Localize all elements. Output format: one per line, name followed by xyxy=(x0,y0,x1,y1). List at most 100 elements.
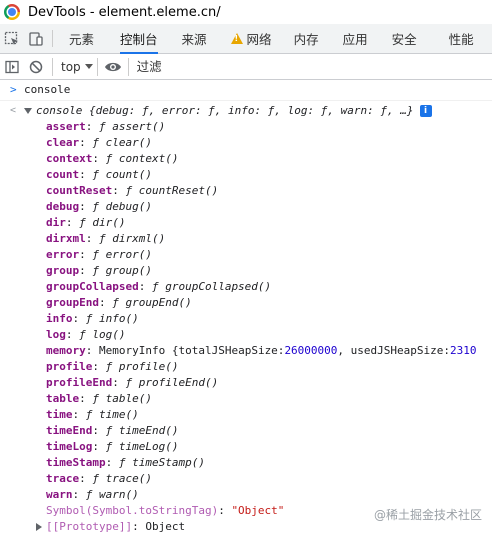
property-row-log[interactable]: log: ƒ log() xyxy=(10,327,492,343)
result-arrow-icon: < xyxy=(10,105,17,116)
toolbar-divider xyxy=(96,57,98,76)
info-icon[interactable]: i xyxy=(419,105,432,117)
property-value: ƒ error() xyxy=(92,248,152,261)
property-key: timeEnd xyxy=(46,424,93,437)
property-key: memory xyxy=(46,344,86,357)
console-input-echo: > console xyxy=(0,80,492,101)
property-value: ƒ time() xyxy=(85,408,139,421)
property-row-timeEnd[interactable]: timeEnd: ƒ timeEnd() xyxy=(10,423,492,439)
property-value: ƒ profile() xyxy=(105,360,179,373)
expand-triangle-icon[interactable] xyxy=(24,108,32,114)
property-key: count xyxy=(46,168,80,181)
property-value: ƒ timeStamp() xyxy=(118,456,205,469)
property-key: [[Prototype]] xyxy=(46,520,133,533)
property-key: profile xyxy=(46,360,93,373)
tab-sources[interactable]: 来源 xyxy=(182,24,207,53)
filter-input[interactable] xyxy=(136,56,492,77)
property-row-group[interactable]: group: ƒ group() xyxy=(10,263,492,279)
property-row-info[interactable]: info: ƒ info() xyxy=(10,311,492,327)
property-value: ƒ table() xyxy=(92,392,152,405)
property-row-profileEnd[interactable]: profileEnd: ƒ profileEnd() xyxy=(10,375,492,391)
object-summary: console {debug: ƒ, error: ƒ, info: ƒ, lo… xyxy=(36,104,414,117)
toolbar-divider xyxy=(52,30,53,47)
property-key: info xyxy=(46,312,73,325)
property-row-count[interactable]: count: ƒ count() xyxy=(10,167,492,183)
property-row-debug[interactable]: debug: ƒ debug() xyxy=(10,199,492,215)
property-value: ƒ context() xyxy=(105,152,179,165)
console-command: console xyxy=(24,83,71,96)
chrome-logo-icon xyxy=(4,4,20,20)
property-value: ƒ count() xyxy=(92,168,152,181)
property-row-profile[interactable]: profile: ƒ profile() xyxy=(10,359,492,375)
property-value: ƒ timeLog() xyxy=(105,440,179,453)
property-key: warn xyxy=(46,488,73,501)
property-row-memory[interactable]: memory: MemoryInfo {totalJSHeapSize: 260… xyxy=(10,343,492,359)
property-row-timeStamp[interactable]: timeStamp: ƒ timeStamp() xyxy=(10,455,492,471)
property-row-clear[interactable]: clear: ƒ clear() xyxy=(10,135,492,151)
property-number: 26000000 xyxy=(284,344,338,357)
property-key: profileEnd xyxy=(46,376,113,389)
tab-memory[interactable]: 内存 xyxy=(294,24,319,53)
property-value: ƒ profileEnd() xyxy=(125,376,219,389)
property-key: groupCollapsed xyxy=(46,280,139,293)
property-number: 2310 xyxy=(450,344,477,357)
property-value: "Object" xyxy=(231,504,285,517)
warning-icon xyxy=(230,33,243,44)
property-value: ƒ groupCollapsed() xyxy=(151,280,272,293)
property-row-timeLog[interactable]: timeLog: ƒ timeLog() xyxy=(10,439,492,455)
toolbar-divider xyxy=(127,57,129,76)
property-value: MemoryInfo {totalJSHeapSize: xyxy=(99,344,285,357)
context-selector[interactable]: top xyxy=(61,60,93,74)
property-value: ƒ log() xyxy=(79,328,126,341)
property-row-table[interactable]: table: ƒ table() xyxy=(10,391,492,407)
property-row-dirxml[interactable]: dirxml: ƒ dirxml() xyxy=(10,231,492,247)
live-expression-eye-icon[interactable] xyxy=(102,60,124,74)
tab-performance[interactable]: 性能 xyxy=(449,24,474,53)
property-key: dir xyxy=(46,216,66,229)
property-row-time[interactable]: time: ƒ time() xyxy=(10,407,492,423)
console-result-summary[interactable]: < console {debug: ƒ, error: ƒ, info: ƒ, … xyxy=(10,103,492,119)
property-row-context[interactable]: context: ƒ context() xyxy=(10,151,492,167)
property-key: dirxml xyxy=(46,232,86,245)
inspect-element-icon[interactable] xyxy=(0,24,24,53)
title-bar: DevTools - element.eleme.cn/ xyxy=(0,0,492,24)
property-key: error xyxy=(46,248,80,261)
property-row-countReset[interactable]: countReset: ƒ countReset() xyxy=(10,183,492,199)
property-row-groupCollapsed[interactable]: groupCollapsed: ƒ groupCollapsed() xyxy=(10,279,492,295)
property-value: ƒ warn() xyxy=(85,488,139,501)
tab-console[interactable]: 控制台 xyxy=(120,24,158,54)
property-row-dir[interactable]: dir: ƒ dir() xyxy=(10,215,492,231)
toolbar-divider xyxy=(52,57,53,76)
property-row-groupEnd[interactable]: groupEnd: ƒ groupEnd() xyxy=(10,295,492,311)
property-row-trace[interactable]: trace: ƒ trace() xyxy=(10,471,492,487)
devtools-tab-bar: 元素 控制台 来源 网络 内存 应用 安全 性能 xyxy=(0,24,492,54)
property-row-assert[interactable]: assert: ƒ assert() xyxy=(10,119,492,135)
property-key: time xyxy=(46,408,73,421)
tab-elements[interactable]: 元素 xyxy=(69,24,94,53)
tab-security[interactable]: 安全 xyxy=(392,24,417,53)
chevron-down-icon xyxy=(84,64,93,69)
property-row-error[interactable]: error: ƒ error() xyxy=(10,247,492,263)
property-row-warn[interactable]: warn: ƒ warn() xyxy=(10,487,492,503)
device-toolbar-icon[interactable] xyxy=(24,24,48,53)
property-value: ƒ debug() xyxy=(92,200,152,213)
property-key: debug xyxy=(46,200,80,213)
show-sidebar-icon[interactable] xyxy=(0,59,24,75)
tab-network[interactable]: 网络 xyxy=(230,24,272,53)
console-panel: > console < console {debug: ƒ, error: ƒ,… xyxy=(0,80,492,537)
property-value: ƒ info() xyxy=(85,312,139,325)
clear-console-icon[interactable] xyxy=(24,59,48,75)
console-toolbar: top xyxy=(0,54,492,80)
tab-application[interactable]: 应用 xyxy=(343,24,368,53)
property-key: Symbol(Symbol.toStringTag) xyxy=(46,504,219,517)
property-value: ƒ group() xyxy=(92,264,152,277)
property-key: assert xyxy=(46,120,86,133)
property-key: log xyxy=(46,328,66,341)
property-key: group xyxy=(46,264,80,277)
property-value: Object xyxy=(145,520,186,533)
property-value: ƒ trace() xyxy=(92,472,152,485)
property-value: ƒ clear() xyxy=(92,136,152,149)
property-list: assert: ƒ assert() clear: ƒ clear() contex… xyxy=(10,119,492,503)
window-title: DevTools - element.eleme.cn/ xyxy=(28,4,221,20)
expand-triangle-icon[interactable] xyxy=(36,523,42,531)
